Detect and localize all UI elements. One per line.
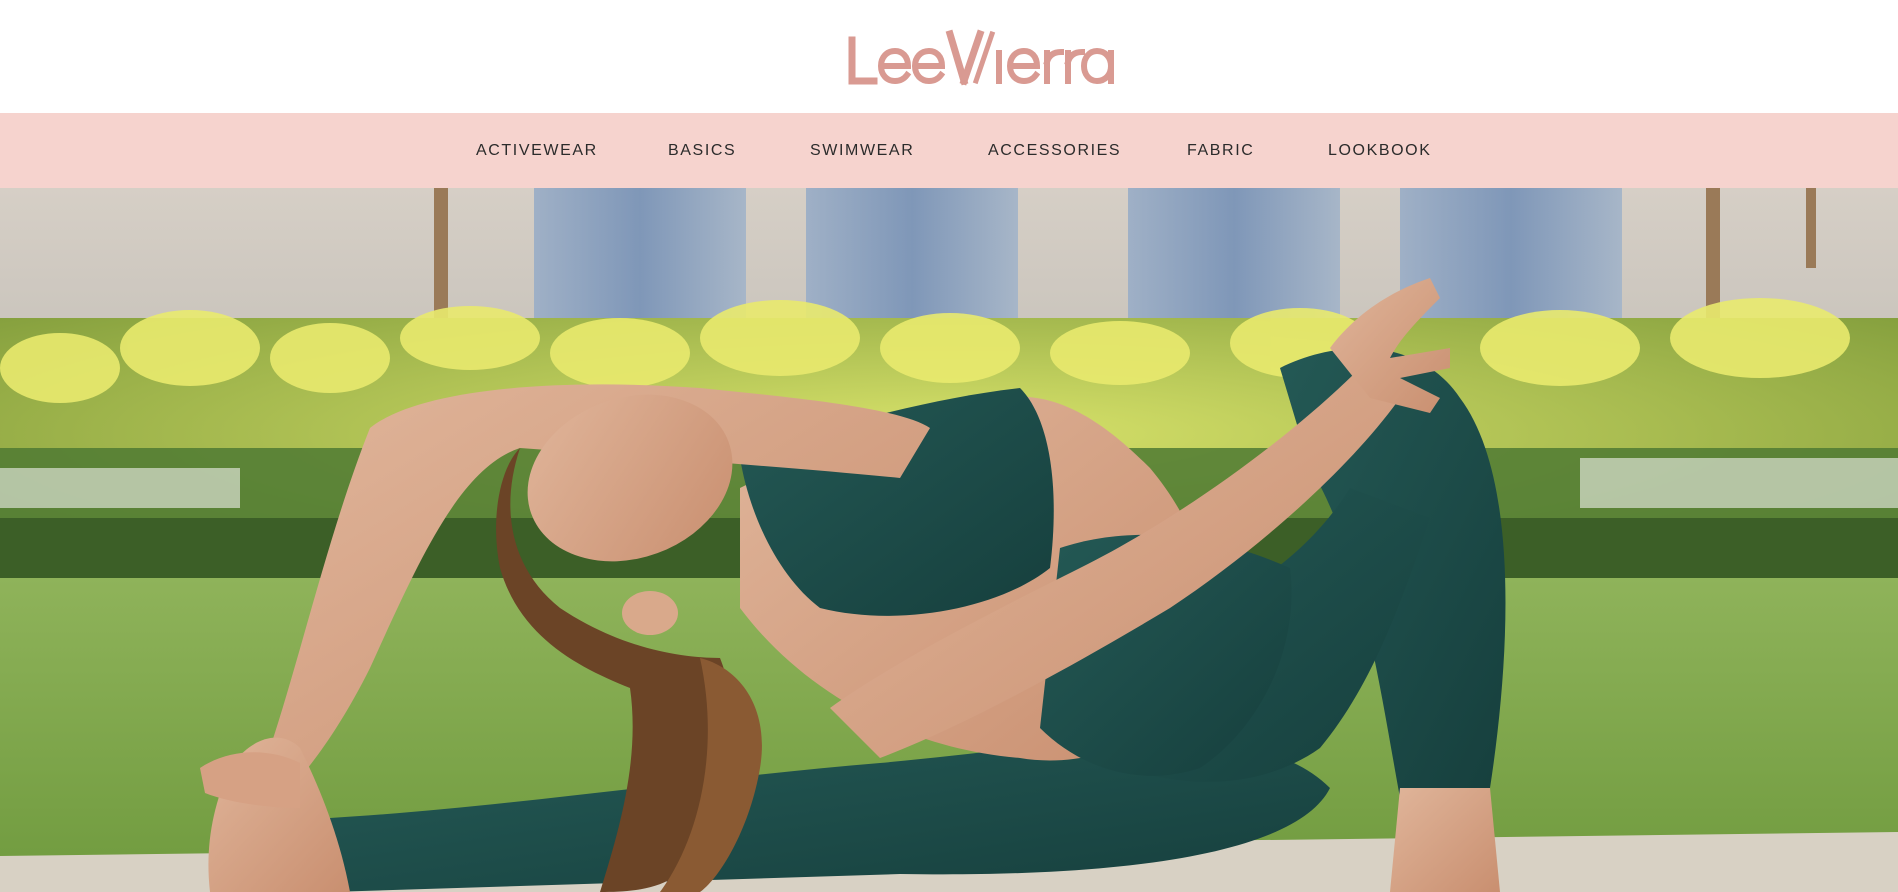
nav-item-basics[interactable]: BASICS: [668, 141, 736, 161]
hero-banner[interactable]: [0, 188, 1898, 892]
brand-logo[interactable]: [846, 26, 1118, 88]
main-navigation: ACTIVEWEAR BASICS SWIMWEAR ACCESSORIES F…: [0, 113, 1898, 188]
site-header: LeeVierra: [0, 0, 1898, 113]
nav-item-accessories[interactable]: ACCESSORIES: [988, 141, 1121, 161]
brand-name: LeeVierra: [0, 0, 1, 1]
nav-item-lookbook[interactable]: LOOKBOOK: [1328, 141, 1432, 161]
nav-item-activewear[interactable]: ACTIVEWEAR: [476, 141, 598, 161]
nav-item-fabric[interactable]: FABRIC: [1187, 141, 1254, 161]
hero-image: [0, 188, 1898, 892]
nav-item-swimwear[interactable]: SWIMWEAR: [810, 141, 914, 161]
